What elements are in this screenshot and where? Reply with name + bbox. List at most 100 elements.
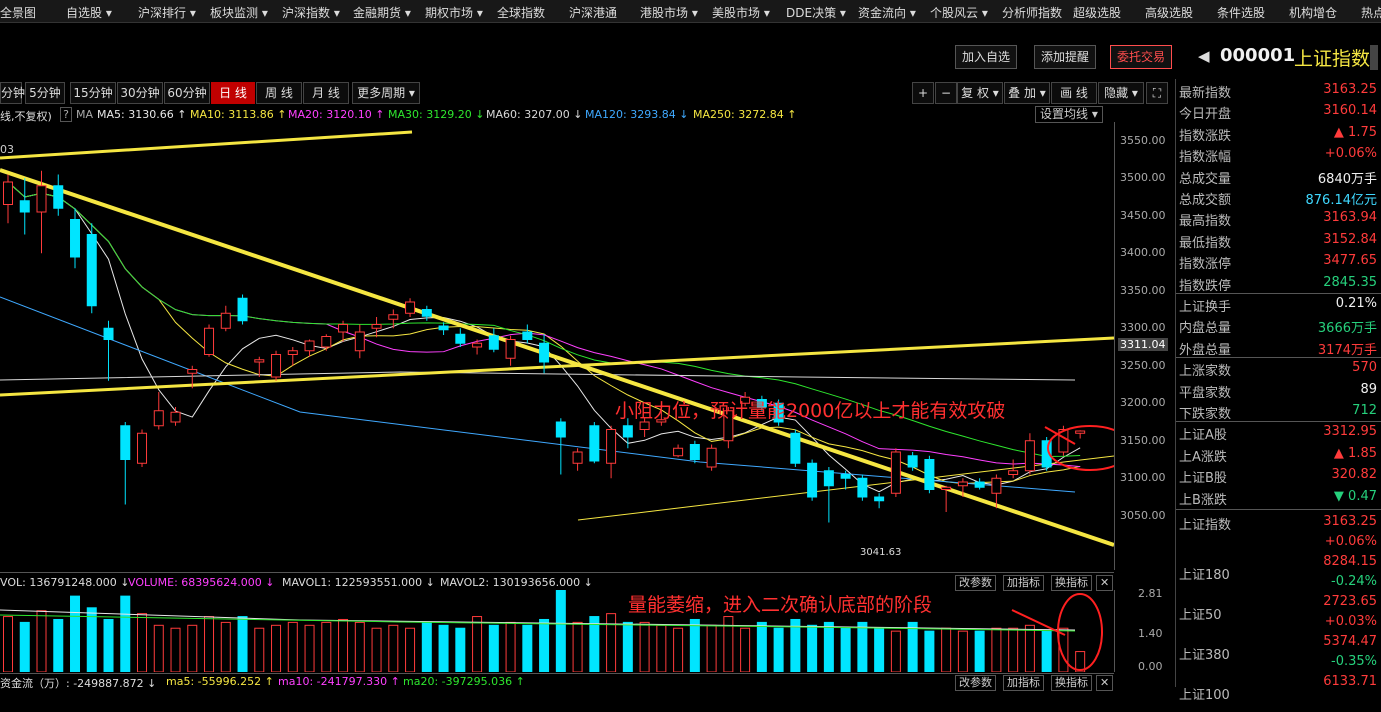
flow-params-button[interactable]: 改参数 <box>955 675 996 691</box>
period-tab[interactable]: 周 线 <box>256 82 302 104</box>
volume-bar <box>807 624 818 672</box>
index-value: 8284.15 <box>1323 554 1377 569</box>
index-label: 上证指数 <box>1179 518 1232 533</box>
period-tab[interactable]: 日 线 <box>211 82 255 104</box>
top-menu-item[interactable]: 个股风云 ▾ <box>930 4 988 21</box>
volume-bar <box>120 595 131 672</box>
volume-chart[interactable] <box>0 590 1114 672</box>
ma-value: MA60: 3207.00 ↓ <box>486 108 583 121</box>
period-tab[interactable]: 30分钟 <box>117 82 163 104</box>
quote-label: 今日开盘 <box>1179 107 1232 123</box>
quote-row: 上证换手 0.21% <box>1179 294 1377 315</box>
overlay-dropdown[interactable]: 叠 加 ▾ <box>1004 82 1050 104</box>
quote-value: 3477.65 <box>1323 253 1377 269</box>
add-alert-button[interactable]: 添加提醒 <box>1034 45 1097 69</box>
volume-bar <box>70 595 81 672</box>
index-row[interactable]: 上证50 2723.65 +0.03% <box>1179 592 1377 632</box>
price-axis-label: 3200.00 <box>1120 396 1166 410</box>
top-menu-item[interactable]: 全球指数 <box>497 4 545 21</box>
index-change: +0.06% <box>1324 534 1377 549</box>
index-row[interactable]: 上证100 6133.71 <box>1179 672 1377 712</box>
quote-row: 最低指数 3152.84 <box>1179 230 1377 251</box>
top-menu-item[interactable]: 沪深排行 ▾ <box>138 4 196 21</box>
price-axis-line <box>1114 122 1115 570</box>
quote-row: 外盘总量 3174万手 <box>1179 337 1377 358</box>
top-menu-item[interactable]: 高级选股 <box>1145 4 1193 21</box>
quote-value: 6840万手 <box>1317 171 1377 187</box>
adjust-dropdown[interactable]: 复 权 ▾ <box>957 82 1003 104</box>
index-row[interactable]: 上证380 5374.47 -0.35% <box>1179 632 1377 672</box>
flow-switch-indicator-button[interactable]: 换指标 <box>1051 675 1092 691</box>
volume-bar <box>388 624 399 672</box>
candlestick-chart[interactable] <box>0 122 1114 572</box>
vol-close-icon[interactable]: ✕ <box>1096 575 1114 591</box>
quote-row: 上涨家数 570 <box>1179 358 1377 379</box>
top-menu-item[interactable]: 自选股 ▾ <box>66 4 112 21</box>
quote-value: 89 <box>1360 381 1377 397</box>
index-row[interactable]: 上证180 8284.15 -0.24% <box>1179 552 1377 592</box>
vol-add-indicator-button[interactable]: 加指标 <box>1003 575 1044 591</box>
top-menu-item[interactable]: 沪深指数 ▾ <box>282 4 340 21</box>
quote-row: 指数涨跌 ▲ 1.75 <box>1179 123 1377 144</box>
zoom-out-button[interactable]: − <box>935 82 957 104</box>
volume-bar <box>974 630 985 672</box>
top-menu-item[interactable]: 板块监测 ▾ <box>210 4 268 21</box>
index-change: -0.35% <box>1331 654 1377 669</box>
candle-body <box>622 425 633 438</box>
help-icon[interactable]: ? <box>60 107 72 122</box>
top-menu-item[interactable]: 条件选股 <box>1217 4 1265 21</box>
top-menu-item[interactable]: 美股市场 ▾ <box>712 4 770 21</box>
index-row[interactable]: 上证指数 3163.25 +0.06% <box>1179 512 1377 552</box>
draw-line-button[interactable]: 画 线 <box>1051 82 1097 104</box>
quote-label: 下跌家数 <box>1179 407 1232 422</box>
candle-body <box>1024 440 1035 472</box>
collapse-arrow-icon[interactable]: ◀ <box>1198 47 1210 65</box>
top-menu-item[interactable]: 全景图 <box>0 4 36 21</box>
top-menu-item[interactable]: 超级选股 <box>1073 4 1121 21</box>
top-menu-item[interactable]: 金融期货 ▾ <box>353 4 411 21</box>
volume-bar <box>153 624 164 672</box>
top-menu-item[interactable]: 热点 <box>1361 4 1381 21</box>
quote-label: 最低指数 <box>1179 235 1232 251</box>
candle-body <box>304 340 315 352</box>
top-menu-item[interactable]: 机构增仓 <box>1289 4 1337 21</box>
top-menu-item[interactable]: 资金流向 ▾ <box>858 4 916 21</box>
period-tab[interactable]: 分钟 <box>0 82 25 104</box>
volume-bar <box>36 610 47 672</box>
zoom-in-button[interactable]: + <box>912 82 934 104</box>
add-watchlist-button[interactable]: 加入自选 <box>955 45 1018 69</box>
volume-bar <box>941 627 952 672</box>
ma-settings-dropdown[interactable]: 设置均线 ▾ <box>1035 106 1103 123</box>
volume-bar <box>338 618 349 672</box>
top-menu-item[interactable]: 期权市场 ▾ <box>425 4 483 21</box>
quote-value: 3666万手 <box>1317 321 1377 337</box>
period-tab[interactable]: 月 线 <box>303 82 349 104</box>
vol-switch-indicator-button[interactable]: 换指标 <box>1051 575 1092 591</box>
period-tab[interactable]: 更多周期 ▾ <box>352 82 420 104</box>
hide-dropdown[interactable]: 隐藏 ▾ <box>1098 82 1144 104</box>
quote-label: 上证A股 <box>1179 428 1227 444</box>
volume-bar <box>455 627 466 672</box>
candle-body <box>673 447 684 457</box>
flow-add-indicator-button[interactable]: 加指标 <box>1003 675 1044 691</box>
top-menu-item[interactable]: DDE决策 ▾ <box>786 4 846 21</box>
top-menu-item[interactable]: 分析师指数 <box>1002 4 1062 21</box>
volume-bar <box>706 624 717 672</box>
volume-bar <box>606 613 617 672</box>
entrust-trade-button[interactable]: 委托交易 <box>1110 45 1173 69</box>
period-tab[interactable]: 60分钟 <box>164 82 210 104</box>
flow-close-icon[interactable]: ✕ <box>1096 675 1114 691</box>
top-menu-item[interactable]: 沪深港通 <box>569 4 617 21</box>
fullscreen-icon[interactable]: ⛶ <box>1146 82 1168 104</box>
quote-row: 今日开盘 3160.14 <box>1179 101 1377 122</box>
quote-value: 0.21% <box>1335 296 1377 311</box>
volume-bar <box>237 616 248 672</box>
quote-value: 320.82 <box>1331 467 1378 483</box>
vol-params-button[interactable]: 改参数 <box>955 575 996 591</box>
top-menu-item[interactable]: 港股市场 ▾ <box>640 4 698 21</box>
panel-scrollbar[interactable] <box>1370 45 1378 70</box>
period-tab[interactable]: 5分钟 <box>25 82 65 104</box>
candle-body <box>974 481 985 488</box>
price-axis-label: 3500.00 <box>1120 171 1166 185</box>
period-tab[interactable]: 15分钟 <box>70 82 116 104</box>
